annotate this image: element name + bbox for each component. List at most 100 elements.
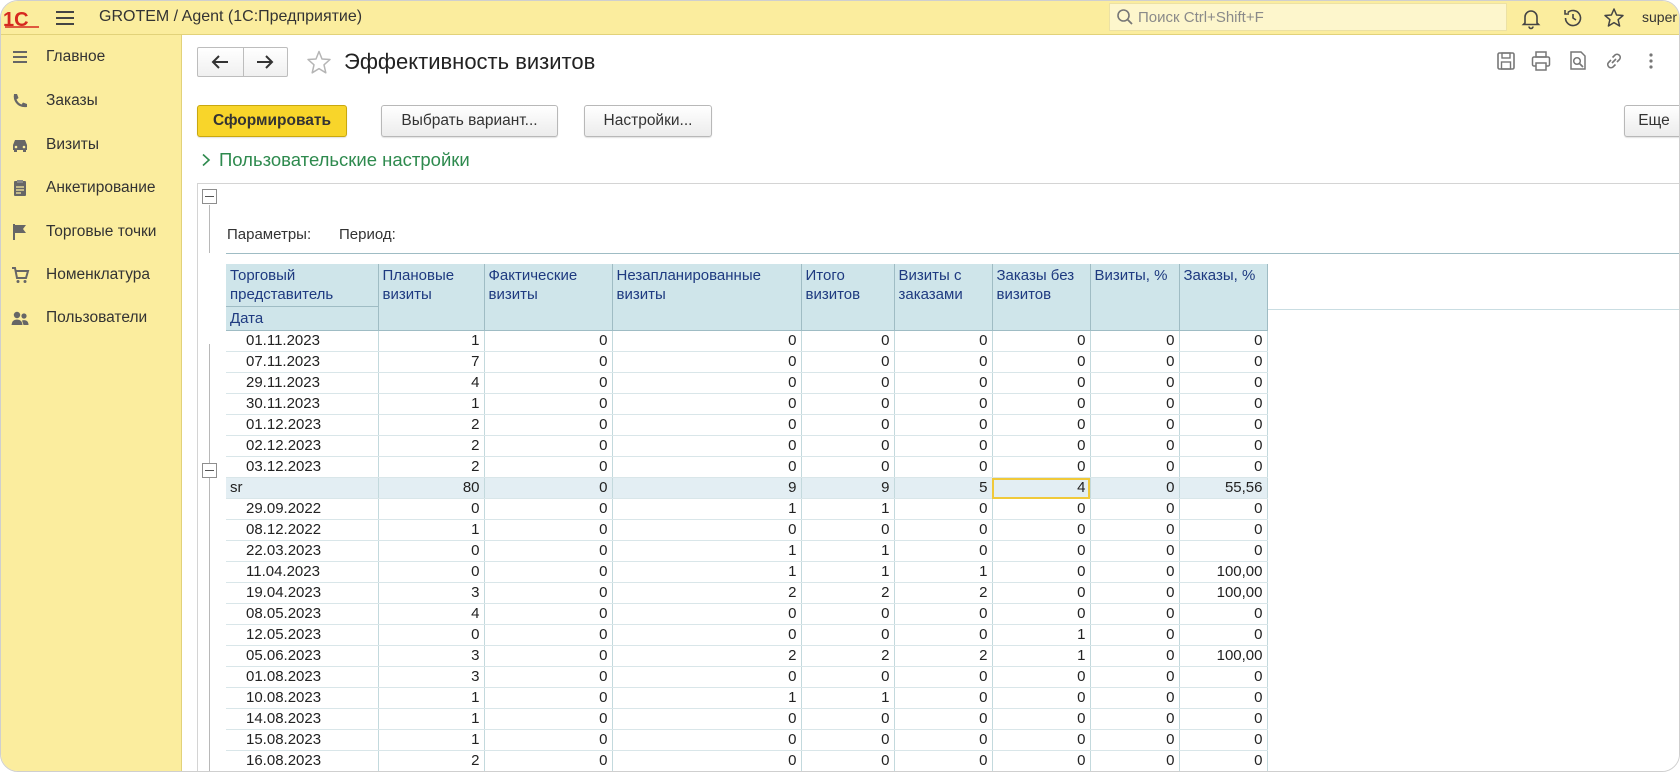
value-cell[interactable]: 0	[1090, 561, 1180, 583]
table-row[interactable]: 05.06.2023 3 0 2 2 2 1 0 100,00	[226, 645, 1268, 667]
date-cell[interactable]: 19.04.2023	[226, 582, 379, 604]
generate-button[interactable]: Сформировать	[197, 105, 347, 137]
value-cell[interactable]: 7	[378, 351, 485, 373]
table-row[interactable]: 12.05.2023 0 0 0 0 0 1 0 0	[226, 624, 1268, 646]
value-cell[interactable]: 0	[484, 729, 613, 751]
table-row[interactable]: 01.11.2023 1 0 0 0 0 0 0 0	[226, 330, 1268, 352]
date-cell[interactable]: 01.12.2023	[226, 414, 379, 436]
date-cell[interactable]: 02.12.2023	[226, 435, 379, 457]
value-cell[interactable]: 4	[378, 603, 485, 625]
table-row[interactable]: 30.11.2023 1 0 0 0 0 0 0 0	[226, 393, 1268, 415]
sidebar-item-orders[interactable]: Заказы	[1, 81, 181, 121]
value-cell[interactable]: 0	[1179, 393, 1268, 415]
value-cell[interactable]: 0	[1090, 435, 1180, 457]
selected-cell[interactable]: 4	[992, 477, 1091, 499]
collapse-group-button[interactable]	[202, 463, 217, 478]
value-cell[interactable]: 0	[612, 603, 802, 625]
table-row[interactable]: 15.08.2023 1 0 0 0 0 0 0 0	[226, 729, 1268, 751]
value-cell[interactable]: 0	[801, 750, 895, 771]
value-cell[interactable]: 2	[378, 414, 485, 436]
date-cell[interactable]: 07.11.2023	[226, 351, 379, 373]
value-cell[interactable]: 0	[992, 729, 1091, 751]
value-cell[interactable]: 1	[801, 540, 895, 562]
date-cell[interactable]: 15.08.2023	[226, 729, 379, 751]
value-cell[interactable]: 2	[378, 750, 485, 771]
value-cell[interactable]: 0	[1090, 414, 1180, 436]
value-cell[interactable]: 0	[801, 519, 895, 541]
date-cell[interactable]: 22.03.2023	[226, 540, 379, 562]
value-cell[interactable]: 100,00	[1179, 645, 1268, 667]
value-cell[interactable]: 0	[612, 624, 802, 646]
value-cell[interactable]: 0	[1090, 750, 1180, 771]
value-cell[interactable]: 0	[484, 498, 613, 520]
value-cell[interactable]: 3	[378, 645, 485, 667]
value-cell[interactable]: 0	[1090, 456, 1180, 478]
value-cell[interactable]: 0	[992, 351, 1091, 373]
value-cell[interactable]: 1	[992, 645, 1091, 667]
value-cell[interactable]: 0	[612, 435, 802, 457]
value-cell[interactable]: 0	[484, 582, 613, 604]
value-cell[interactable]: 0	[992, 414, 1091, 436]
value-cell[interactable]: 0	[484, 414, 613, 436]
value-cell[interactable]: 0	[1179, 666, 1268, 688]
date-cell[interactable]: 03.12.2023	[226, 456, 379, 478]
value-cell[interactable]: 0	[992, 393, 1091, 415]
value-cell[interactable]: 0	[801, 393, 895, 415]
date-cell[interactable]: 10.08.2023	[226, 687, 379, 709]
value-cell[interactable]: 0	[1179, 603, 1268, 625]
search-input[interactable]	[1138, 8, 1498, 26]
value-cell[interactable]: 0	[612, 372, 802, 394]
value-cell[interactable]: 0	[612, 708, 802, 730]
cell[interactable]: 9	[612, 477, 802, 499]
table-row[interactable]: 03.12.2023 2 0 0 0 0 0 0 0	[226, 456, 1268, 478]
value-cell[interactable]: 1	[801, 687, 895, 709]
cell[interactable]: sr	[226, 477, 379, 499]
value-cell[interactable]: 0	[992, 372, 1091, 394]
value-cell[interactable]: 0	[801, 603, 895, 625]
value-cell[interactable]: 0	[992, 582, 1091, 604]
value-cell[interactable]: 0	[484, 687, 613, 709]
value-cell[interactable]: 1	[612, 687, 802, 709]
value-cell[interactable]: 0	[801, 330, 895, 352]
value-cell[interactable]: 2	[612, 582, 802, 604]
value-cell[interactable]: 0	[1090, 729, 1180, 751]
value-cell[interactable]: 0	[894, 414, 993, 436]
value-cell[interactable]: 0	[992, 435, 1091, 457]
date-cell[interactable]: 08.12.2022	[226, 519, 379, 541]
value-cell[interactable]: 0	[1090, 624, 1180, 646]
table-row[interactable]: 29.11.2023 4 0 0 0 0 0 0 0	[226, 372, 1268, 394]
report-spreadsheet[interactable]: Параметры: Период: Торговый представитель…	[197, 183, 1679, 771]
value-cell[interactable]: 0	[894, 666, 993, 688]
value-cell[interactable]: 0	[894, 393, 993, 415]
value-cell[interactable]: 1	[378, 708, 485, 730]
user-settings-toggle[interactable]: Пользовательские настройки	[201, 149, 470, 171]
value-cell[interactable]: 0	[378, 498, 485, 520]
table-row[interactable]: 22.03.2023 0 0 1 1 0 0 0 0	[226, 540, 1268, 562]
value-cell[interactable]: 0	[894, 519, 993, 541]
value-cell[interactable]: 2	[894, 645, 993, 667]
sidebar-item-outlets[interactable]: Торговые точки	[1, 212, 181, 252]
date-cell[interactable]: 11.04.2023	[226, 561, 379, 583]
value-cell[interactable]: 0	[484, 519, 613, 541]
value-cell[interactable]: 0	[992, 561, 1091, 583]
value-cell[interactable]: 0	[801, 624, 895, 646]
value-cell[interactable]: 0	[992, 687, 1091, 709]
cell[interactable]: 55,56	[1179, 477, 1268, 499]
value-cell[interactable]: 0	[612, 414, 802, 436]
table-row[interactable]: 01.08.2023 3 0 0 0 0 0 0 0	[226, 666, 1268, 688]
value-cell[interactable]: 0	[1090, 666, 1180, 688]
forward-button[interactable]	[242, 48, 288, 76]
value-cell[interactable]: 1	[378, 729, 485, 751]
value-cell[interactable]: 0	[894, 624, 993, 646]
table-row[interactable]: 02.12.2023 2 0 0 0 0 0 0 0	[226, 435, 1268, 457]
value-cell[interactable]: 0	[612, 519, 802, 541]
group-row[interactable]: sr 80 0 9 9 5 4 0 55,56	[226, 477, 1268, 499]
sidebar-item-main[interactable]: Главное	[1, 37, 181, 77]
value-cell[interactable]: 0	[484, 708, 613, 730]
table-row[interactable]: 10.08.2023 1 0 1 1 0 0 0 0	[226, 687, 1268, 709]
value-cell[interactable]: 0	[1179, 708, 1268, 730]
value-cell[interactable]: 0	[484, 351, 613, 373]
value-cell[interactable]: 0	[1179, 498, 1268, 520]
value-cell[interactable]: 0	[612, 456, 802, 478]
value-cell[interactable]: 0	[1090, 687, 1180, 709]
